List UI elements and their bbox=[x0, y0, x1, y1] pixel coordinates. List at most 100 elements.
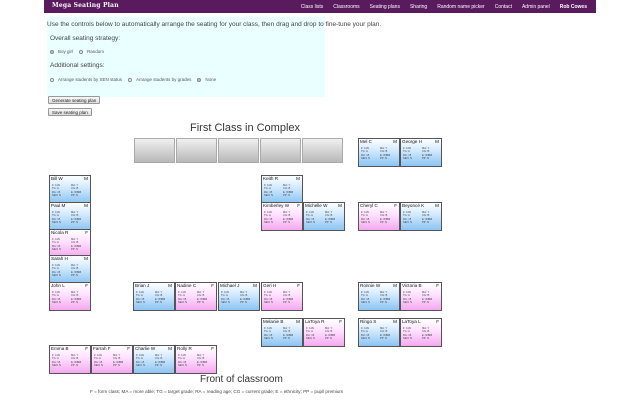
student-gender: M bbox=[168, 283, 172, 288]
student-name: Michael J bbox=[220, 283, 240, 288]
student-info-line: PP: N bbox=[197, 301, 205, 305]
student-info-line: SEN: N bbox=[136, 364, 145, 368]
radio-none[interactable] bbox=[197, 77, 202, 82]
generate-plan-button[interactable]: Generate seating plan bbox=[48, 96, 101, 104]
student-name: LaToya L bbox=[402, 319, 421, 324]
student-info-line: SEN: N bbox=[52, 248, 61, 252]
nav-user-account[interactable]: Rob Cowes bbox=[555, 4, 592, 10]
student-info: F: 11N MA: Y TG: A CG: B RA: 15 E: WBRI SEN: N… bbox=[264, 211, 302, 225]
student-desk[interactable]: Cheryl C F F: 11N MA: Y TG: A CG: B RA: 15 E: W… bbox=[358, 202, 400, 231]
app-logo[interactable]: Mega Seating Plan bbox=[52, 2, 119, 9]
student-desk[interactable]: Beyoncé K M F: 11N MA: Y TG: A CG: B RA: 15 E: … bbox=[400, 202, 442, 231]
student-info-line: PP: N bbox=[422, 301, 430, 305]
student-desk[interactable]: LaToya R F F: 11N MA: Y TG: A CG: B RA: 15 E: W… bbox=[303, 318, 345, 347]
student-desk[interactable]: Rolly R F F: 11N MA: Y TG: A CG: B RA: 15 E: WB… bbox=[175, 345, 217, 374]
student-info-line: SEN: N bbox=[403, 157, 412, 161]
student-gender: M bbox=[84, 203, 88, 208]
student-gender: F bbox=[436, 319, 439, 324]
student-info: F: 11N MA: Y TG: A CG: B RA: 15 E: WBRI SEN: N… bbox=[136, 291, 174, 305]
student-desk[interactable]: Charlie W M F: 11N MA: Y TG: A CG: B RA: 15 E: … bbox=[133, 345, 175, 374]
student-desk[interactable]: Ringo S M F: 11N MA: Y TG: A CG: B RA: 15 E: WB… bbox=[358, 318, 400, 347]
student-name: Geri H bbox=[263, 283, 277, 288]
student-info: F: 11N MA: Y TG: A CG: B RA: 15 E: WBRI SEN: N… bbox=[306, 327, 344, 341]
student-desk[interactable]: Kimberley W F F: 11N MA: Y TG: A CG: B RA: 15 E… bbox=[261, 202, 303, 231]
controls-panel bbox=[47, 17, 325, 97]
student-info-line: PP: N bbox=[71, 364, 79, 368]
student-info-line: SEN: N bbox=[306, 337, 315, 341]
save-plan-button[interactable]: Save seating plan bbox=[48, 108, 92, 116]
student-desk[interactable]: Emma B F F: 11N MA: Y TG: A CG: B RA: 15 E: WBR… bbox=[49, 345, 91, 374]
student-desk[interactable]: John L F F: 11N MA: Y TG: A CG: B RA: 15 E: WBR… bbox=[49, 282, 91, 311]
student-desk[interactable]: Ronnie W M F: 11N MA: Y TG: A CG: B RA: 15 E: W… bbox=[358, 282, 400, 311]
student-desk[interactable]: Michael J M F: 11N MA: Y TG: A CG: B RA: 15 E: … bbox=[218, 282, 260, 311]
student-desk[interactable]: Sarah H M F: 11N MA: Y TG: A CG: B RA: 15 E: WB… bbox=[49, 255, 91, 284]
student-name: LaToya R bbox=[305, 319, 325, 324]
nav-random-name-picker[interactable]: Random name picker bbox=[432, 4, 490, 10]
student-info-line: PP: N bbox=[422, 157, 430, 161]
student-gender: M bbox=[84, 176, 88, 181]
student-info-line: SEN: N bbox=[306, 221, 315, 225]
intro-text: Use the controls below to automatically … bbox=[47, 21, 382, 28]
student-gender: F bbox=[85, 230, 88, 235]
student-gender: M bbox=[296, 176, 300, 181]
student-info-line: SEN: N bbox=[361, 301, 370, 305]
student-info: F: 11N MA: Y TG: A CG: B RA: 15 E: WBRI SEN: N… bbox=[264, 184, 302, 198]
student-name: Melanie B bbox=[263, 319, 284, 324]
student-desk[interactable]: Melanie B M F: 11N MA: Y TG: A CG: B RA: 15 E: … bbox=[261, 318, 303, 347]
student-gender: M bbox=[296, 319, 300, 324]
nav-admin-panel[interactable]: Admin panel bbox=[517, 4, 555, 10]
student-desk[interactable]: Brian J M F: 11N MA: Y TG: A CG: B RA: 15 E: WB… bbox=[133, 282, 175, 311]
student-name: Bill W bbox=[51, 176, 63, 181]
nav-class-lists[interactable]: Class lists bbox=[296, 4, 329, 10]
teacher-table bbox=[176, 138, 217, 163]
radio-none-label: None bbox=[205, 77, 217, 82]
student-info: F: 11N MA: Y TG: A CG: B RA: 15 E: WBRI SEN: N… bbox=[94, 354, 132, 368]
student-desk[interactable]: Geri H F F: 11N MA: Y TG: A CG: B RA: 15 E: WBR… bbox=[261, 282, 303, 311]
student-gender: M bbox=[393, 319, 397, 324]
nav-seating-plans[interactable]: Seating plans bbox=[365, 4, 405, 10]
student-info-line: SEN: N bbox=[264, 194, 273, 198]
student-info: F: 11N MA: Y TG: A CG: B RA: 15 E: WBRI SEN: N… bbox=[52, 184, 90, 198]
student-desk[interactable]: Farrah F F F: 11N MA: Y TG: A CG: B RA: 15 E: W… bbox=[91, 345, 133, 374]
student-name: Charlie W bbox=[135, 346, 156, 351]
student-info: F: 11N MA: Y TG: A CG: B RA: 15 E: WBRI SEN: N… bbox=[361, 327, 399, 341]
strategy-options: Boy girl Random bbox=[50, 49, 104, 54]
student-info-line: SEN: N bbox=[264, 337, 273, 341]
student-name: Ronnie W bbox=[360, 283, 381, 288]
student-desk[interactable]: Keith R M F: 11N MA: Y TG: A CG: B RA: 15 E: WB… bbox=[261, 175, 303, 204]
student-name: Victoria B bbox=[402, 283, 422, 288]
nav-sharing[interactable]: Sharing bbox=[405, 4, 432, 10]
teacher-table bbox=[218, 138, 259, 163]
radio-random[interactable] bbox=[79, 49, 84, 54]
student-desk[interactable]: Michelle W M F: 11N MA: Y TG: A CG: B RA: 15 E:… bbox=[303, 202, 345, 231]
student-info: F: 11N MA: Y TG: A CG: B RA: 15 E: WBRI SEN: N… bbox=[361, 211, 399, 225]
additional-heading: Additional settings: bbox=[50, 62, 105, 69]
student-info: F: 11N MA: Y TG: A CG: B RA: 15 E: WBRI SEN: N… bbox=[403, 291, 441, 305]
nav-classrooms[interactable]: Classrooms bbox=[328, 4, 364, 10]
student-desk[interactable]: Nicola R F F: 11N MA: Y TG: A CG: B RA: 15 E: W… bbox=[49, 229, 91, 258]
student-desk[interactable]: LaToya L F F: 11N MA: Y TG: A CG: B RA: 15 E: W… bbox=[400, 318, 442, 347]
student-gender: F bbox=[297, 203, 300, 208]
student-gender: F bbox=[211, 283, 214, 288]
radio-sen-status-label: Arrange students by SEN status bbox=[58, 77, 123, 82]
student-info-line: PP: N bbox=[283, 301, 291, 305]
nav-contact[interactable]: Contact bbox=[490, 4, 517, 10]
student-desk[interactable]: Paul M M F: 11N MA: Y TG: A CG: B RA: 15 E: WBR… bbox=[49, 202, 91, 231]
student-gender: F bbox=[297, 283, 300, 288]
student-gender: M bbox=[393, 139, 397, 144]
student-info: F: 11N MA: Y TG: A CG: B RA: 15 E: WBRI SEN: N… bbox=[178, 354, 216, 368]
student-desk[interactable]: George H M F: 11N MA: Y TG: A CG: B RA: 15 E: W… bbox=[400, 138, 442, 167]
student-info-line: SEN: N bbox=[52, 194, 61, 198]
student-gender: F bbox=[339, 319, 342, 324]
student-desk[interactable]: Nadine C F F: 11N MA: Y TG: A CG: B RA: 15 E: W… bbox=[175, 282, 217, 311]
student-desk[interactable]: Mel C M F: 11N MA: Y TG: A CG: B RA: 15 E: WBRI… bbox=[358, 138, 400, 167]
student-desk[interactable]: Victoria B F F: 11N MA: Y TG: A CG: B RA: 15 E:… bbox=[400, 282, 442, 311]
radio-grades[interactable] bbox=[128, 77, 133, 82]
student-desk[interactable]: Bill W M F: 11N MA: Y TG: A CG: B RA: 15 E: WBR… bbox=[49, 175, 91, 204]
student-name: Mel C bbox=[360, 139, 372, 144]
teacher-table bbox=[302, 138, 343, 163]
student-name: Ringo S bbox=[360, 319, 377, 324]
radio-boy-girl[interactable] bbox=[50, 49, 54, 54]
radio-sen-status[interactable] bbox=[50, 77, 54, 82]
radio-grades-label: Arrange students by grades bbox=[136, 77, 192, 82]
